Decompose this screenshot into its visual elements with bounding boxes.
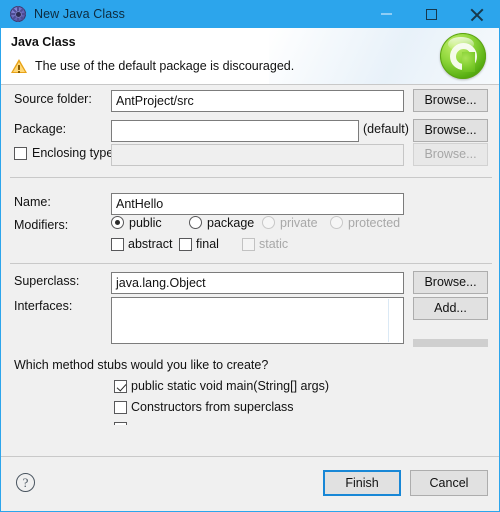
enclosing-type-input [111, 144, 404, 166]
method-stub-main-label: public static void main(String[] args) [131, 379, 329, 393]
interfaces-add-button[interactable]: Add... [413, 297, 488, 320]
divider-1 [10, 177, 492, 178]
method-stub-constructors-checkbox[interactable] [114, 401, 127, 414]
new-java-class-dialog: New Java Class Java Class The use of the… [0, 0, 500, 512]
java-class-logo-icon [440, 33, 486, 79]
method-stub-constructors-label: Constructors from superclass [131, 400, 294, 414]
window-controls [364, 0, 499, 28]
minimize-icon [381, 13, 392, 15]
divider-2 [10, 263, 492, 264]
header-message: The use of the default package is discou… [35, 59, 295, 73]
enclosing-type-browse-button: Browse... [413, 143, 488, 166]
enclosing-type-checkbox[interactable] [14, 147, 27, 160]
help-button[interactable]: ? [16, 473, 35, 492]
source-folder-browse-button[interactable]: Browse... [413, 89, 488, 112]
cancel-button[interactable]: Cancel [410, 470, 488, 496]
modifier-radio-public[interactable] [111, 216, 124, 229]
header-title: Java Class [11, 35, 76, 49]
warning-icon [11, 58, 27, 74]
title-bar: New Java Class [1, 0, 499, 28]
modifier-checkbox-abstract-label: abstract [128, 237, 173, 251]
gear-icon [10, 6, 26, 22]
package-label: Package: [14, 122, 67, 136]
interfaces-remove-button [413, 339, 488, 347]
window-title: New Java Class [34, 7, 126, 21]
minimize-button[interactable] [364, 0, 409, 28]
header-message-row: The use of the default package is discou… [11, 58, 294, 74]
interfaces-listbox[interactable] [111, 297, 404, 344]
dialog-footer: ? Finish Cancel [1, 456, 499, 511]
modifier-radio-package-label: package [207, 216, 255, 230]
superclass-browse-button[interactable]: Browse... [413, 271, 488, 294]
modifier-checkbox-abstract[interactable] [111, 238, 124, 251]
modifier-radio-protected [330, 216, 343, 229]
method-stub-clipped-checkbox[interactable] [114, 422, 127, 425]
finish-button[interactable]: Finish [323, 470, 401, 496]
method-stub-main-checkbox[interactable] [114, 380, 127, 393]
modifier-checkbox-static-label: static [259, 237, 289, 251]
modifier-radio-private [262, 216, 275, 229]
modifier-radio-protected-label: protected [348, 216, 401, 230]
method-stubs-question: Which method stubs would you like to cre… [14, 358, 269, 372]
modifier-checkbox-final-label: final [196, 237, 219, 251]
source-folder-input[interactable]: AntProject/src [111, 90, 404, 112]
package-input[interactable] [111, 120, 359, 142]
maximize-button[interactable] [409, 0, 454, 28]
interfaces-scrollbar[interactable] [388, 299, 389, 342]
maximize-icon [426, 8, 437, 20]
name-label: Name: [14, 195, 51, 209]
dialog-body: Source folder: AntProject/src Browse... … [1, 85, 499, 456]
superclass-input[interactable]: java.lang.Object [111, 272, 404, 294]
package-browse-button[interactable]: Browse... [413, 119, 488, 142]
modifier-checkbox-final[interactable] [179, 238, 192, 251]
interfaces-label: Interfaces: [14, 299, 73, 313]
modifiers-label: Modifiers: [14, 218, 69, 232]
modifier-checkbox-static [242, 238, 255, 251]
close-icon [470, 8, 483, 21]
modifier-radio-public-label: public [129, 216, 162, 230]
superclass-label: Superclass: [14, 274, 80, 288]
source-folder-label: Source folder: [14, 92, 92, 106]
enclosing-type-label: Enclosing type: [32, 146, 117, 160]
name-input[interactable]: AntHello [111, 193, 404, 215]
package-default-suffix: (default) [363, 122, 409, 136]
modifier-radio-private-label: private [280, 216, 318, 230]
close-button[interactable] [454, 0, 499, 28]
dialog-header: Java Class The use of the default packag… [1, 28, 499, 85]
modifier-radio-package[interactable] [189, 216, 202, 229]
